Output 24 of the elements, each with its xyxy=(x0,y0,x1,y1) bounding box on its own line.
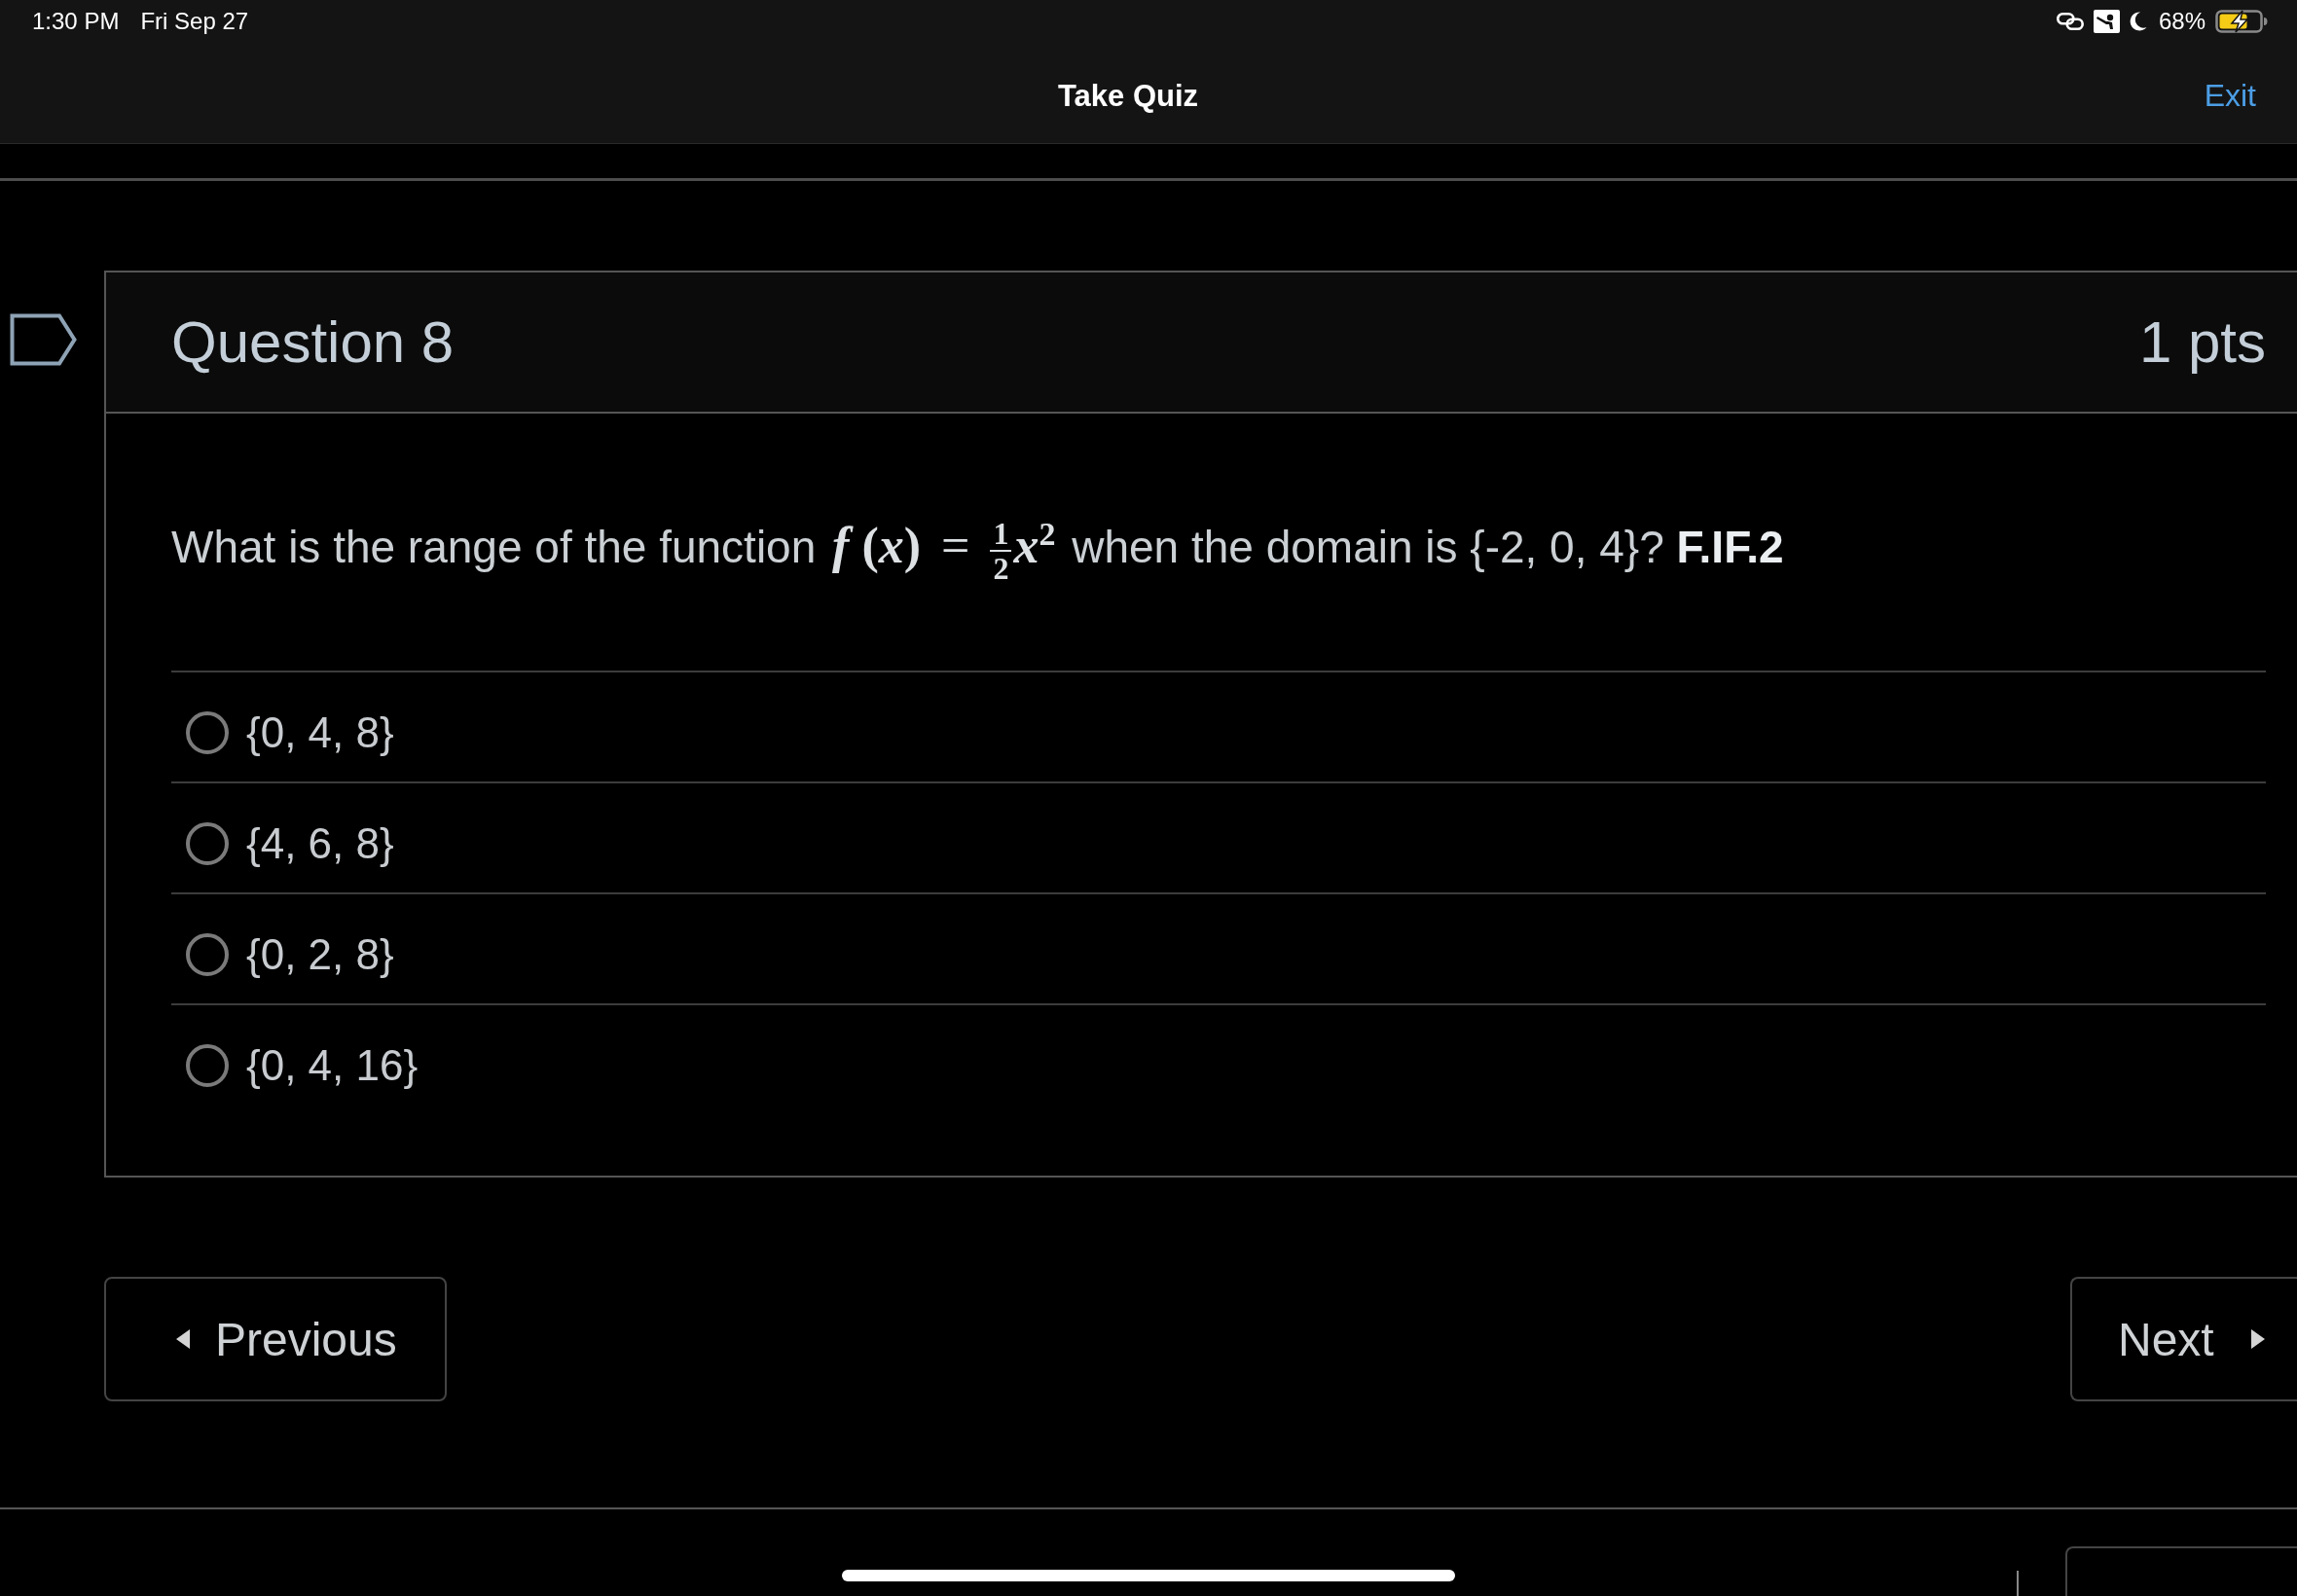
caret-left-icon xyxy=(176,1329,190,1350)
link-icon xyxy=(2056,13,2084,30)
radio-button[interactable] xyxy=(186,822,229,866)
radio-button[interactable] xyxy=(186,1044,229,1088)
page-title: Take Quiz xyxy=(1057,78,1199,114)
caret-right-icon xyxy=(2250,1329,2265,1350)
answer-text[interactable]: {0, 4, 8} xyxy=(246,708,394,758)
answer-text[interactable]: {4, 6, 8} xyxy=(246,819,394,869)
battery-percent: 68% xyxy=(2158,8,2206,35)
radio-button[interactable] xyxy=(186,711,229,755)
next-button[interactable]: Next xyxy=(2070,1277,2297,1402)
status-date: Fri Sep 27 xyxy=(140,8,249,35)
battery-icon xyxy=(2215,10,2268,33)
radio-button[interactable] xyxy=(186,933,229,977)
moon-icon xyxy=(2129,12,2147,31)
answer-text[interactable]: {0, 2, 8} xyxy=(246,930,394,980)
tag-icon[interactable] xyxy=(10,313,78,366)
exit-link[interactable]: Exit xyxy=(2204,78,2256,114)
answer-text[interactable]: {0, 4, 16} xyxy=(246,1041,419,1091)
status-time: 1:30 PM xyxy=(32,8,120,35)
screen-icon xyxy=(2093,10,2120,33)
previous-button[interactable]: Previous xyxy=(104,1277,447,1402)
question-title: Question 8 xyxy=(171,308,455,376)
question-points: 1 pts xyxy=(2138,308,2266,376)
